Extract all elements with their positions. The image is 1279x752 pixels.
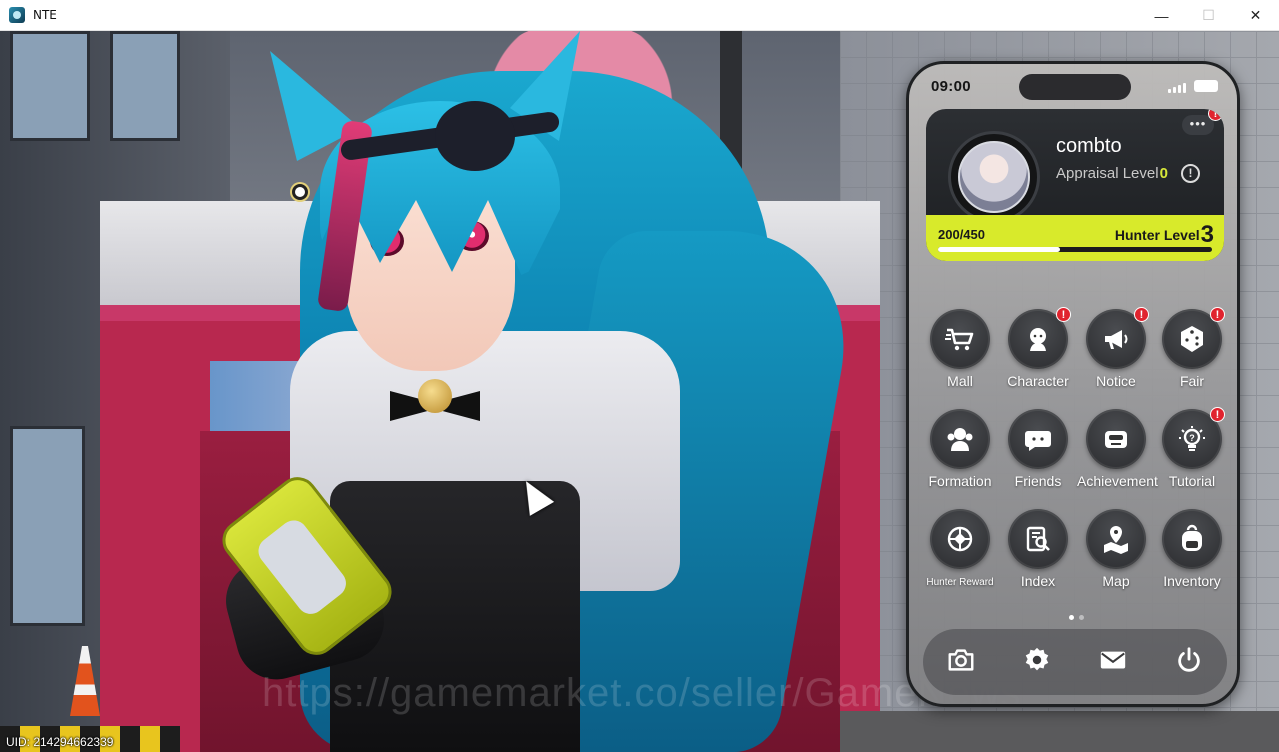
profile-card[interactable]: ••• ! combto Appraisal Level0 ! 200/450 …: [926, 109, 1224, 261]
settings-button[interactable]: [1015, 640, 1059, 684]
signal-icon: [1168, 83, 1186, 93]
crosshair-icon: [930, 509, 990, 569]
app-label: Achievement: [1077, 473, 1158, 489]
power-button[interactable]: [1167, 640, 1211, 684]
window-controls: — ☐ ✕: [1138, 0, 1279, 31]
friends-icon: [1008, 409, 1068, 469]
page-indicator: [1069, 615, 1084, 620]
map-icon: [1086, 509, 1146, 569]
app-label: Map: [1102, 573, 1130, 589]
page-dot[interactable]: [1079, 615, 1084, 620]
hunter-level-band: 200/450 Hunter Level3: [926, 215, 1224, 261]
appraisal-level: Appraisal Level0: [1056, 165, 1168, 182]
camera-button[interactable]: [939, 640, 983, 684]
notification-badge: !: [1134, 307, 1149, 322]
app-mall-button[interactable]: Mall: [921, 309, 999, 399]
page-dot[interactable]: [1069, 615, 1074, 620]
svg-text:?: ?: [1189, 433, 1195, 443]
avatar-frame[interactable]: [948, 131, 1040, 223]
power-icon: [1174, 645, 1204, 680]
notification-badge: !: [1056, 307, 1071, 322]
app-label: Friends: [1014, 473, 1062, 489]
more-notification-badge: !: [1208, 109, 1223, 121]
app-index-button[interactable]: Index: [999, 509, 1077, 599]
mail-button[interactable]: [1091, 640, 1135, 684]
app-label: Hunter Reward: [926, 577, 994, 588]
app-label: Character: [1007, 373, 1069, 389]
mail-icon: [1098, 645, 1128, 680]
app-friends-button[interactable]: Friends: [999, 409, 1077, 499]
app-map-button[interactable]: Map: [1077, 509, 1155, 599]
appraisal-label: Appraisal Level: [1056, 165, 1159, 182]
app-label: Mall: [947, 373, 973, 389]
app-formation-button[interactable]: Formation: [921, 409, 999, 499]
camera-icon: [946, 645, 976, 680]
app-inventory-button[interactable]: Inventory: [1153, 509, 1231, 599]
exp-progress-bar: [938, 247, 1212, 252]
app-label: Notice: [1096, 373, 1136, 389]
app-fair-button[interactable]: Fair!: [1153, 307, 1231, 399]
formation-icon: [930, 409, 990, 469]
achievement-icon: [1086, 409, 1146, 469]
phone-status-bar: 09:00: [909, 64, 1237, 108]
sidewalk: [840, 711, 1279, 752]
app-hunter-reward-button[interactable]: Hunter Reward: [921, 509, 999, 599]
window-titlebar: NTE — ☐ ✕: [0, 0, 1279, 31]
maximize-button[interactable]: ☐: [1185, 0, 1232, 31]
minimize-button[interactable]: —: [1138, 0, 1185, 31]
app-label: Tutorial: [1168, 473, 1216, 489]
app-label: Fair: [1179, 373, 1205, 389]
notification-badge: !: [1210, 307, 1225, 322]
index-icon: [1008, 509, 1068, 569]
username: combto: [1056, 135, 1122, 157]
app-notice-button[interactable]: Notice!: [1077, 307, 1155, 399]
info-icon[interactable]: !: [1181, 164, 1200, 183]
app-tutorial-button[interactable]: ? Tutorial!: [1153, 407, 1231, 499]
character-bell: [418, 379, 452, 413]
exp-text: 200/450: [938, 227, 985, 242]
uid-label: UID: 214294662339: [6, 735, 114, 749]
close-button[interactable]: ✕: [1232, 0, 1279, 31]
app-label: Formation: [928, 473, 992, 489]
hunter-level-value: 3: [1200, 221, 1214, 248]
dynamic-island: [1019, 74, 1131, 100]
window-title: NTE: [33, 8, 57, 22]
hunter-level: Hunter Level3: [1115, 221, 1214, 249]
app-icon: [9, 7, 25, 23]
character-cat-clip: [435, 101, 515, 171]
exp-progress-fill: [938, 247, 1060, 252]
avatar: [958, 141, 1030, 213]
backpack-icon: [1162, 509, 1222, 569]
settings-icon: [1022, 645, 1052, 680]
appraisal-level-value: 0: [1159, 165, 1168, 182]
app-character-button[interactable]: Character!: [999, 307, 1077, 399]
app-achievement-button[interactable]: Achievement: [1077, 409, 1158, 499]
battery-icon: [1194, 80, 1218, 92]
notification-badge: !: [1210, 407, 1225, 422]
cart-icon: [930, 309, 990, 369]
hunter-level-label: Hunter Level: [1114, 227, 1200, 243]
phone-clock: 09:00: [931, 78, 971, 95]
app-label: Inventory: [1163, 573, 1221, 589]
interaction-marker-icon[interactable]: [292, 184, 308, 200]
phone-menu: 09:00 ••• ! combto Appraisal Level0 ! 20…: [906, 61, 1240, 707]
phone-dock: [923, 629, 1227, 695]
app-label: Index: [1020, 573, 1056, 589]
